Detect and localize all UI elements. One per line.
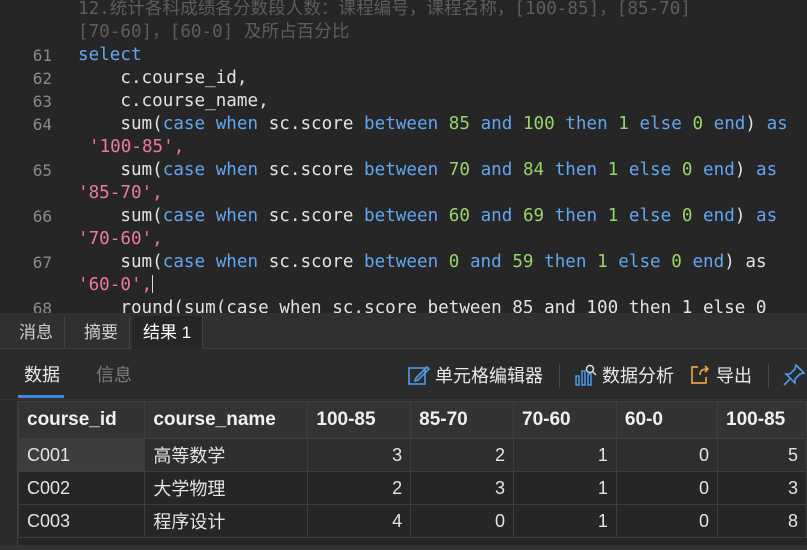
table-cell[interactable]: 3 — [410, 471, 515, 505]
column-header[interactable]: 60-0 — [615, 401, 719, 439]
code-column: c.course_name, — [78, 91, 269, 111]
data-analysis-button[interactable]: 数据分析 — [574, 360, 674, 390]
column-header[interactable]: 100-85 — [307, 401, 412, 439]
result-table: course_id course_name 100-85 85-70 70-60… — [17, 401, 807, 538]
column-header[interactable]: 100-85 — [717, 401, 807, 439]
column-header[interactable]: course_id — [17, 401, 146, 439]
table-cell[interactable]: 1 — [513, 504, 617, 538]
table-cell[interactable]: 0 — [615, 504, 719, 538]
table-cell[interactable]: 大学物理 — [144, 471, 309, 505]
subtab-info[interactable]: 信息 — [96, 362, 132, 388]
table-cell[interactable]: 0 — [615, 438, 719, 472]
table-cell[interactable]: 2 — [410, 438, 515, 472]
table-cell[interactable]: 8 — [717, 504, 807, 538]
result-toolbar: 数据 信息 单元格编辑器 数据分析 导出 — [0, 350, 807, 400]
table-cell[interactable]: 高等数学 — [144, 438, 309, 472]
table-header-row: course_id course_name 100-85 85-70 70-60… — [17, 401, 807, 439]
code-alias: '70-60', — [78, 229, 163, 249]
toolbar-separator — [559, 364, 560, 388]
line-number: 65 — [32, 161, 52, 180]
tab-messages[interactable]: 消息 — [8, 316, 65, 349]
table-cell[interactable]: C002 — [17, 471, 146, 505]
table-cell[interactable]: 程序设计 — [144, 504, 309, 538]
code-alias: '100-85', — [89, 137, 185, 157]
cell-editor-label: 单元格编辑器 — [435, 366, 543, 386]
data-analysis-label: 数据分析 — [602, 366, 674, 386]
table-cell[interactable]: 3 — [717, 471, 807, 505]
table-cell[interactable]: 2 — [307, 471, 412, 505]
subtab-data[interactable]: 数据 — [24, 362, 60, 388]
bar-chart-icon — [575, 364, 597, 386]
sql-comment: [70-60]，[60-0] 及所占百分比 — [78, 22, 350, 42]
result-panel: 消息 摘要 结果 1 数据 信息 单元格编辑器 数据分析 导出 course_i… — [0, 313, 807, 550]
table-cell[interactable]: 3 — [307, 438, 412, 472]
line-number: 68 — [32, 299, 52, 313]
table-row[interactable]: C001 高等数学 3 2 1 0 5 — [17, 438, 807, 472]
sql-comment: 12.统计各科成绩各分数段人数：课程编号，课程名称，[100-85]，[85-7… — [78, 0, 691, 19]
result-tabbar: 消息 摘要 结果 1 — [0, 313, 807, 349]
column-header[interactable]: 85-70 — [410, 401, 515, 439]
result-grid[interactable]: course_id course_name 100-85 85-70 70-60… — [0, 401, 807, 550]
code-column: c.course_id, — [78, 68, 248, 88]
code-alias-with-caret: '60-0', — [78, 275, 154, 295]
line-number: 67 — [32, 253, 52, 272]
table-cell[interactable]: 4 — [307, 504, 412, 538]
pin-icon — [783, 363, 806, 386]
table-cell[interactable]: 0 — [410, 504, 515, 538]
pin-button[interactable] — [782, 360, 807, 390]
line-number: 66 — [32, 207, 52, 226]
table-cell[interactable]: 1 — [513, 438, 617, 472]
code-alias: '85-70', — [78, 183, 163, 203]
line-number: 61 — [32, 46, 52, 65]
line-number-gutter: 61 62 63 64 65 66 67 68 — [0, 0, 64, 313]
table-cell[interactable]: 1 — [513, 471, 617, 505]
code-sum-line: sum(case when sc.score between 60 and 69… — [120, 206, 778, 226]
text-caret — [152, 275, 154, 293]
cell-editor-button[interactable]: 单元格编辑器 — [407, 360, 543, 390]
edit-icon — [408, 365, 431, 385]
export-icon — [691, 365, 710, 384]
table-row[interactable]: C003 程序设计 4 0 1 0 8 — [17, 504, 807, 538]
table-row[interactable]: C002 大学物理 2 3 1 0 3 — [17, 471, 807, 505]
export-button[interactable]: 导出 — [688, 360, 752, 390]
column-header[interactable]: course_name — [144, 401, 309, 439]
line-number: 64 — [32, 115, 52, 134]
tab-result-1[interactable]: 结果 1 — [132, 316, 204, 349]
table-cell[interactable]: 0 — [615, 471, 719, 505]
active-subtab-indicator — [18, 395, 64, 398]
column-header[interactable]: 70-60 — [513, 401, 617, 439]
table-cell[interactable]: C003 — [17, 504, 146, 538]
code-sum-line: sum(case when sc.score between 0 and 59 … — [120, 252, 767, 272]
tab-summary[interactable]: 摘要 — [73, 316, 130, 349]
table-cell[interactable]: 5 — [717, 438, 807, 472]
row-header-column — [0, 401, 18, 550]
table-cell[interactable]: C001 — [17, 438, 146, 472]
line-number: 62 — [32, 69, 52, 88]
sql-editor[interactable]: 61 62 63 64 65 66 67 68 12.统计各科成绩各分数段人数：… — [0, 0, 807, 313]
horizontal-scrollbar[interactable] — [0, 545, 807, 550]
code-sum-line: sum(case when sc.score between 85 and 10… — [120, 114, 788, 134]
export-label: 导出 — [716, 366, 752, 386]
code-sum-line: sum(case when sc.score between 70 and 84… — [120, 160, 778, 180]
code-select: select — [78, 45, 142, 65]
toolbar-separator — [768, 364, 769, 388]
code-round-line: round(sum(case when sc.score between 85 … — [78, 298, 767, 313]
line-number: 63 — [32, 92, 52, 111]
